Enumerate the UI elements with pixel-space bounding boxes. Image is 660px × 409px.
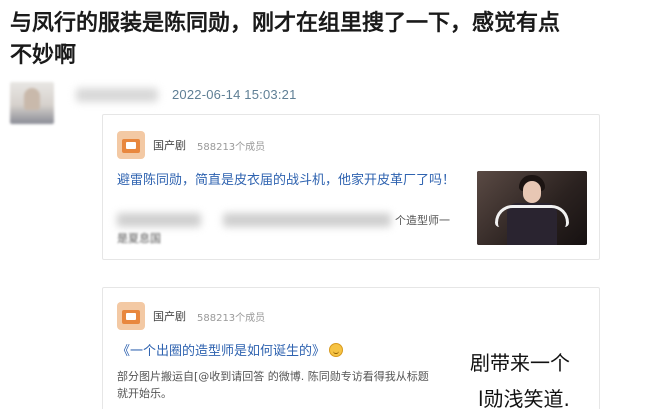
avatar[interactable]: [10, 82, 54, 124]
video-subtitle-line-1: 剧带来一个: [470, 351, 570, 375]
headline-line-1: 与凤行的服装是陈同勋，刚才在组里搜了一下，感觉有点: [10, 11, 561, 36]
post-sub-left: 是夏息国: [117, 232, 161, 245]
post-text[interactable]: 避雷陈同勋，简直是皮衣届的战斗机，他家开皮革厂了吗！: [117, 171, 467, 191]
username-blurred[interactable]: [76, 88, 158, 102]
post-title[interactable]: 《一个出圈的造型师是如何诞生的》: [117, 342, 497, 362]
post-timestamp: 2022-06-14 15:03:21: [172, 87, 297, 102]
post-thumbnail[interactable]: [477, 171, 587, 245]
post-sub-line-2: 就开始乐。: [117, 387, 172, 400]
group-logo: [117, 131, 145, 159]
group-name[interactable]: 国产剧: [153, 137, 186, 153]
group-name[interactable]: 国产剧: [153, 308, 186, 324]
headline-line-2: 不妙啊: [10, 43, 77, 68]
video-subtitle-line-2: l勋浅笑道.: [478, 387, 570, 409]
post-title-text: 《一个出圈的造型师是如何诞生的》: [117, 344, 326, 359]
post-sub-right: 个造型师一: [395, 214, 450, 227]
blurred-text: [117, 213, 201, 227]
post-sub-line-1: 部分图片搬运自[@收到请回答 的微博. 陈同勋专访看得我从标题: [117, 370, 429, 383]
group-logo: [117, 302, 145, 330]
avatar-figure: [24, 88, 40, 110]
member-count: 588213个成员: [197, 142, 266, 153]
member-count: 588213个成员: [197, 313, 266, 324]
headline: 与凤行的服装是陈同勋，刚才在组里搜了一下，感觉有点 不妙啊: [10, 8, 650, 72]
smile-icon: [329, 343, 344, 357]
group-post-card-1[interactable]: 国产剧 588213个成员 避雷陈同勋，简直是皮衣届的战斗机，他家开皮革厂了吗！…: [102, 114, 600, 260]
blurred-text: [223, 213, 391, 227]
